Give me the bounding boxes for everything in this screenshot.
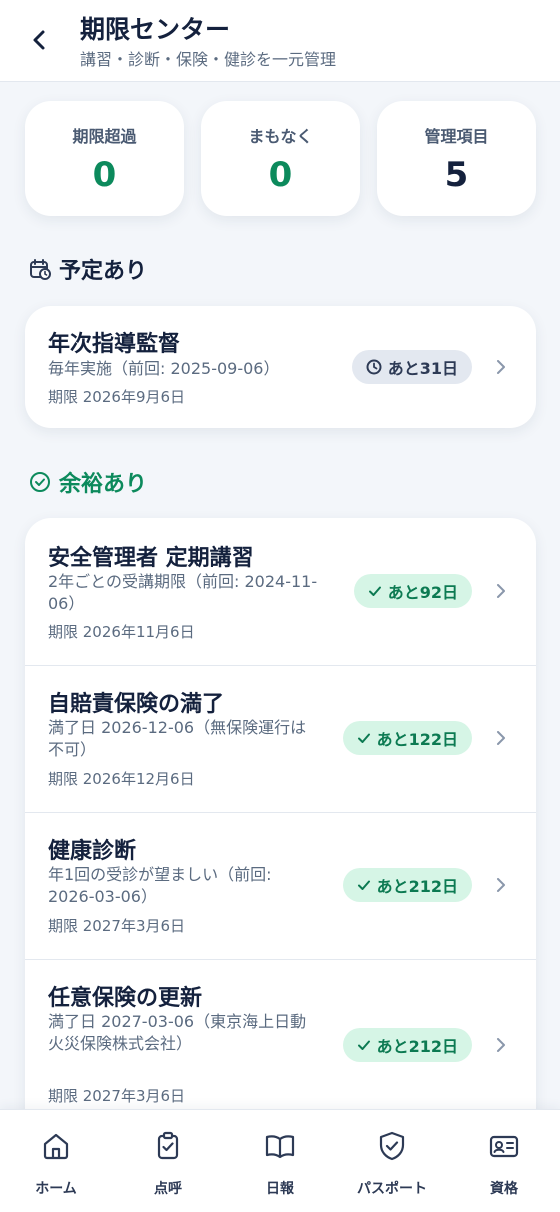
check-icon (357, 880, 370, 890)
stat-label: まもなく (248, 127, 313, 146)
item-desc: 毎年実施（前回: 2025-09-06） (48, 359, 280, 378)
status-badge: あと212日 (342, 1028, 472, 1062)
badge-label: あと122日 (376, 730, 458, 749)
nav-item-rollcall[interactable]: 点呼 (112, 1110, 224, 1212)
stat-overdue: 期限超過 0 (25, 101, 184, 216)
item-title: 安全管理者 定期講習 (48, 546, 254, 571)
stat-value: 5 (444, 155, 469, 195)
page-subtitle: 講習・診断・保険・健診を一元管理 (80, 50, 337, 69)
chevron-right-icon (497, 1038, 505, 1052)
status-badge: あと212日 (342, 868, 472, 902)
section-title: 余裕あり (59, 472, 148, 497)
chevron-right-icon (497, 584, 505, 598)
item-title: 年次指導監督 (48, 332, 181, 357)
item-desc: 年1回の受診が望ましい（前回: 2026-03-06） (48, 865, 272, 906)
calendar-clock-icon (30, 259, 51, 280)
nav-item-daily-report[interactable]: 日報 (224, 1110, 336, 1212)
section-title: 予定あり (59, 259, 148, 284)
item-due: 期限 2027年3月6日 (48, 1087, 186, 1105)
scheduled-card: 年次指導監督 毎年実施（前回: 2025-09-06） 期限 2026年9月6日… (25, 306, 536, 428)
check-circle-icon (30, 472, 50, 492)
bottom-nav: ホーム 点呼 日報 パスポート 資格 (0, 1109, 560, 1212)
stat-soon: まもなく 0 (201, 101, 360, 216)
stat-value: 0 (268, 155, 293, 195)
nav-item-home[interactable]: ホーム (0, 1110, 112, 1212)
chevron-right-icon (497, 360, 505, 374)
stats-row: 期限超過 0 まもなく 0 管理項目 5 (25, 101, 536, 216)
clipboard-check-icon (157, 1131, 179, 1160)
item-due: 期限 2026年9月6日 (48, 388, 186, 406)
nav-label: パスポート (357, 1181, 427, 1197)
stat-value: 0 (92, 155, 117, 195)
clock-icon (366, 359, 382, 375)
item-due: 期限 2026年11月6日 (48, 623, 195, 641)
item-due: 期限 2026年12月6日 (48, 770, 195, 788)
stat-managed: 管理項目 5 (377, 101, 536, 216)
nav-label: 日報 (266, 1181, 294, 1197)
list-item[interactable]: 自賠責保険の満了 満了日 2026-12-06（無保険運行は不可） 期限 202… (25, 666, 536, 812)
margin-card: 安全管理者 定期講習 2年ごとの受講期限（前回: 2024-11-06） 期限 … (25, 518, 536, 1138)
badge-label: あと212日 (376, 1037, 458, 1056)
home-icon (43, 1133, 69, 1160)
book-icon (265, 1135, 295, 1159)
stat-label: 管理項目 (424, 127, 489, 146)
nav-label: 点呼 (154, 1181, 182, 1197)
chevron-right-icon (497, 878, 505, 892)
page-title: 期限センター (80, 15, 231, 44)
status-badge: あと31日 (351, 350, 472, 384)
check-icon (368, 586, 381, 596)
item-title: 自賠責保険の満了 (48, 692, 225, 717)
item-desc: 満了日 2026-12-06（無保険運行は不可） (48, 718, 307, 759)
list-item[interactable]: 健康診断 年1回の受診が望ましい（前回: 2026-03-06） 期限 2027… (25, 813, 536, 959)
status-badge: あと92日 (353, 574, 472, 608)
badge-label: あと212日 (376, 877, 458, 896)
nav-item-license[interactable]: 資格 (448, 1110, 560, 1212)
check-icon (357, 733, 370, 743)
stat-label: 期限超過 (72, 127, 137, 146)
item-title: 健康診断 (48, 839, 137, 864)
chevron-left-icon (33, 30, 45, 50)
section-header-margin: 余裕あり (29, 466, 147, 498)
list-item[interactable]: 年次指導監督 毎年実施（前回: 2025-09-06） 期限 2026年9月6日… (25, 306, 536, 428)
back-button[interactable] (24, 24, 56, 56)
badge-label: あと92日 (387, 583, 458, 602)
nav-label: 資格 (490, 1181, 518, 1197)
section-header-scheduled: 予定あり (29, 253, 147, 285)
item-desc: 満了日 2027-03-06（東京海上日動火災保険株式会社） (48, 1012, 307, 1053)
nav-item-passport[interactable]: パスポート (336, 1110, 448, 1212)
badge-label: あと31日 (387, 359, 458, 378)
list-item[interactable]: 安全管理者 定期講習 2年ごとの受講期限（前回: 2024-11-06） 期限 … (25, 518, 536, 665)
item-title: 任意保険の更新 (48, 986, 203, 1011)
item-desc: 2年ごとの受講期限（前回: 2024-11-06） (48, 572, 318, 613)
nav-label: ホーム (35, 1181, 77, 1197)
chevron-right-icon (497, 731, 505, 745)
check-icon (357, 1040, 370, 1050)
item-due: 期限 2027年3月6日 (48, 917, 186, 935)
app-header: 期限センター 講習・診断・保険・健診を一元管理 (0, 0, 560, 82)
status-badge: あと122日 (342, 721, 472, 755)
shield-check-icon (379, 1131, 405, 1161)
id-card-icon (489, 1135, 519, 1158)
